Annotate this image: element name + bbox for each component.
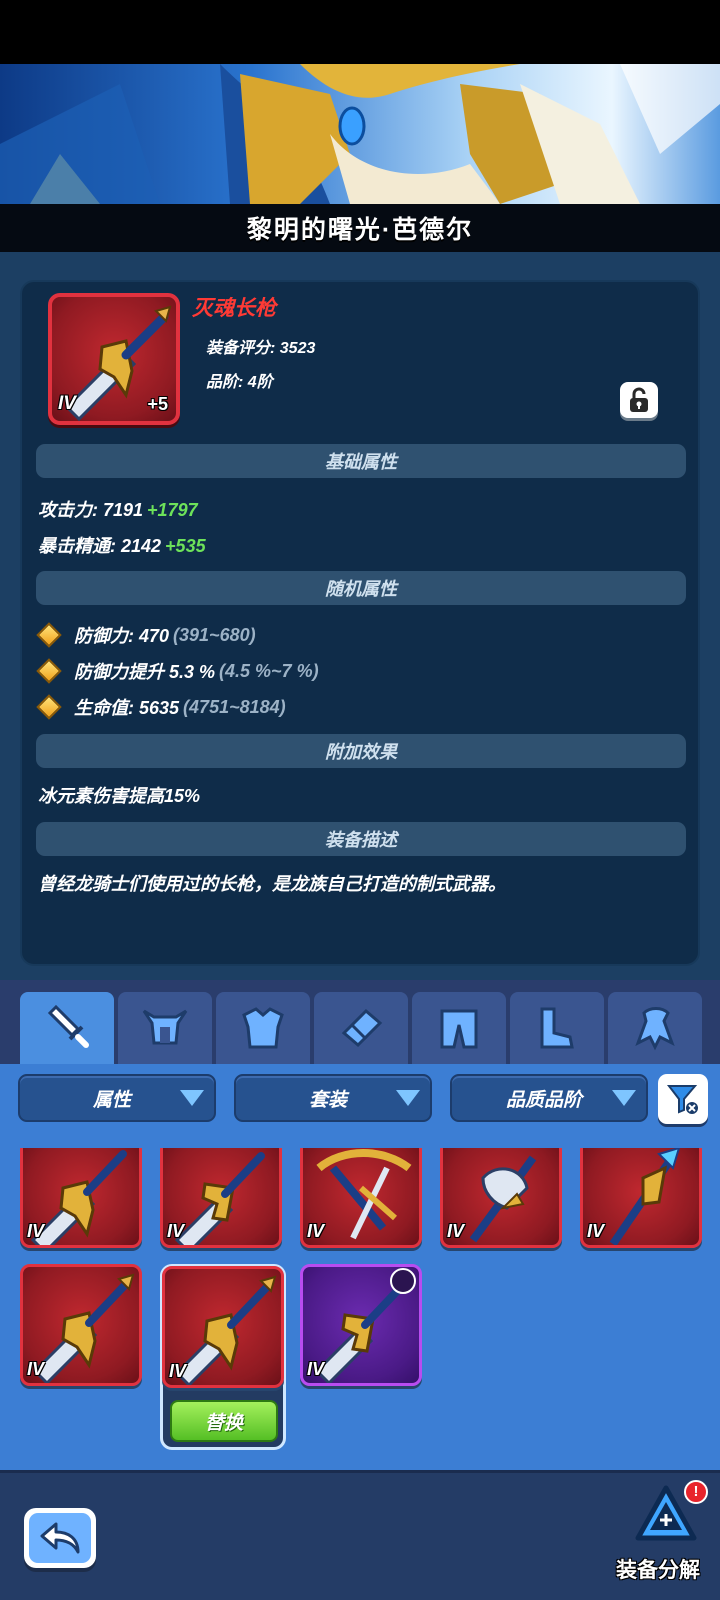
base-stat-crit: 暴击精通: 2142 +535	[38, 532, 206, 558]
tab-helmet[interactable]	[118, 992, 212, 1064]
dismantle-label: 装备分解	[616, 1559, 700, 1582]
tab-pants[interactable]	[412, 992, 506, 1064]
inventory-item[interactable]: IV	[300, 1264, 422, 1386]
lock-toggle-button[interactable]	[620, 382, 658, 418]
stat-label: 暴击精通: 2142	[38, 536, 162, 556]
stat-range: (4751~8184)	[183, 696, 286, 717]
inventory-item[interactable]: IV	[20, 1148, 142, 1248]
item-tier: IV	[447, 1221, 465, 1241]
stat-bonus: +1797	[147, 500, 198, 520]
inventory-item-selected[interactable]: IV	[162, 1266, 284, 1388]
stat-range: (391~680)	[173, 624, 256, 645]
inventory-item[interactable]: IV	[20, 1264, 142, 1386]
tab-accessory[interactable]	[608, 992, 702, 1064]
diamond-icon	[36, 622, 62, 648]
item-tier: IV	[58, 393, 76, 414]
diamond-icon	[36, 694, 62, 720]
description-text: 曾经龙骑士们使用过的长枪，是龙族自己打造的制式武器。	[38, 874, 506, 894]
inventory-item[interactable]: IV	[580, 1148, 702, 1248]
helmet-icon	[142, 1009, 188, 1045]
item-tier: IV	[167, 1221, 185, 1241]
random-stat-hp: 生命值: 5635 (4751~8184)	[36, 694, 286, 720]
clear-filter-button[interactable]	[658, 1074, 708, 1124]
notification-badge: !	[684, 1480, 708, 1504]
tab-boots[interactable]	[510, 992, 604, 1064]
hero-title-bar: 黎明的曙光·芭德尔	[0, 204, 720, 252]
stat-range: (4.5 %~7 %)	[219, 660, 319, 681]
stat-label: 生命值: 5635	[74, 698, 180, 718]
dropdown-label: 属性	[92, 1089, 131, 1111]
item-tier: IV	[307, 1359, 325, 1379]
base-stat-attack: 攻击力: 7191 +1797	[38, 496, 198, 522]
filter-set-dropdown[interactable]: 套装	[234, 1074, 432, 1122]
random-stat-defense: 防御力: 470 (391~680)	[36, 622, 256, 648]
equipped-item-icon: IV +5	[48, 293, 180, 425]
item-tier: IV	[27, 1359, 45, 1379]
stat-bonus: +535	[165, 536, 206, 556]
top-bar	[0, 0, 720, 64]
chevron-down-icon	[180, 1090, 204, 1106]
back-button-face	[29, 1513, 91, 1563]
diamond-icon	[36, 658, 62, 684]
enhance-level: +5	[147, 394, 168, 414]
inventory-item[interactable]: IV	[160, 1148, 282, 1248]
back-button[interactable]	[24, 1508, 96, 1568]
item-tier: IV	[169, 1361, 187, 1381]
armor-icon	[242, 1007, 284, 1049]
section-header-random: 随机属性	[36, 571, 686, 605]
item-tier: IV	[27, 1221, 45, 1241]
random-stat-defense-pct: 防御力提升 5.3 % (4.5 %~7 %)	[36, 658, 319, 684]
inventory-item[interactable]: IV	[440, 1148, 562, 1248]
filter-icon	[666, 1085, 698, 1114]
tab-weapon[interactable]	[20, 992, 114, 1064]
stat-label: 防御力提升 5.3 %	[74, 662, 216, 682]
pants-icon	[440, 1009, 478, 1049]
dropdown-label: 套装	[308, 1089, 347, 1111]
replace-button[interactable]: 替换	[170, 1400, 278, 1442]
back-arrow-icon	[40, 1522, 80, 1554]
tab-armor[interactable]	[216, 992, 310, 1064]
chevron-down-icon	[612, 1090, 636, 1106]
item-score: 装备评分: 3523	[206, 340, 316, 357]
filter-quality-dropdown[interactable]: 品质品阶	[450, 1074, 648, 1122]
bonus-effect-text: 冰元素伤害提高15%	[38, 786, 201, 806]
cape-icon	[635, 1007, 675, 1051]
unlock-icon	[630, 387, 648, 412]
hero-banner-art	[0, 64, 720, 204]
item-name: 灭魂长枪	[192, 297, 276, 320]
section-header-base: 基础属性	[36, 444, 686, 478]
item-tier: IV	[307, 1221, 325, 1241]
dropdown-label: 品质品阶	[505, 1089, 582, 1111]
chevron-down-icon	[396, 1090, 420, 1106]
section-header-bonus: 附加效果	[36, 734, 686, 768]
section-header-description: 装备描述	[36, 822, 686, 856]
stat-label: 防御力: 470	[74, 626, 170, 646]
inventory-item[interactable]: IV	[300, 1148, 422, 1248]
stat-label: 攻击力: 7191	[38, 500, 144, 520]
bracer-icon	[341, 1008, 383, 1048]
boots-icon	[540, 1007, 574, 1049]
hero-name: 黎明的曙光·芭德尔	[246, 216, 474, 244]
item-grade: 品阶: 4阶	[206, 374, 273, 391]
filter-attribute-dropdown[interactable]: 属性	[18, 1074, 216, 1122]
sword-icon	[47, 1004, 89, 1048]
tab-bracer[interactable]	[314, 992, 408, 1064]
item-tier: IV	[587, 1221, 605, 1241]
